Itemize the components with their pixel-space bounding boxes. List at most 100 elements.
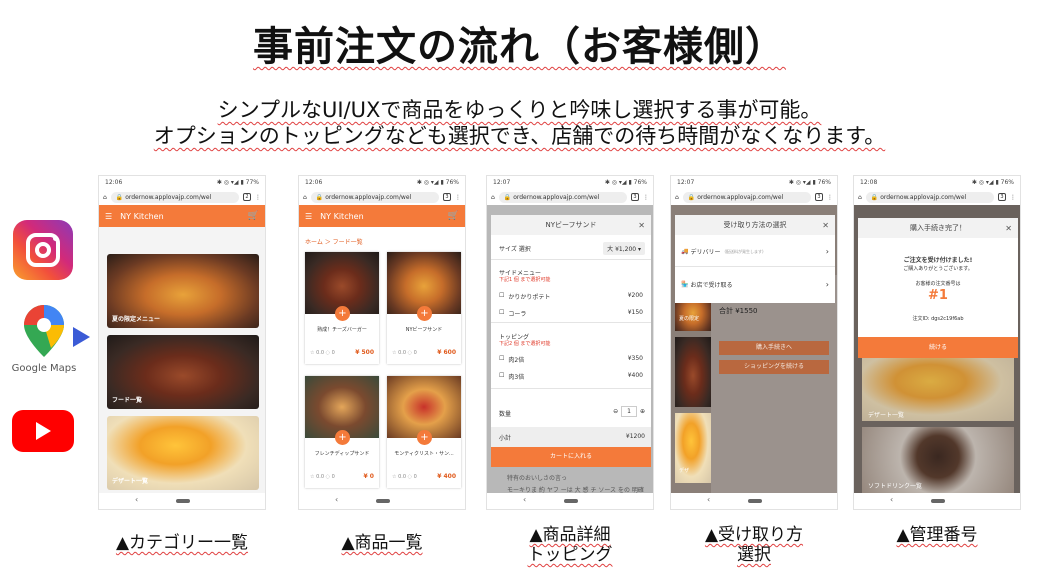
background-label: 夏の限定 [679,316,700,322]
home-pill[interactable] [931,499,945,503]
more-icon[interactable]: ⋮ [643,194,649,201]
product-rating: ☆ 0.0 ◌ 0 [310,474,335,480]
size-label: サイズ 選択 [499,246,531,253]
back-icon[interactable]: ‹ [890,495,893,504]
android-nav-bar: ‹ [854,493,1020,509]
minus-icon[interactable]: ⊖ [613,408,618,415]
tabs-icon[interactable]: 3 [443,193,451,201]
thanks-text: ご購入ありがとうございます。 [903,266,973,272]
url-bar[interactable]: 🔒 ordernow.applovajp.com/wel [110,191,239,203]
topping-option[interactable]: ☐ 肉2倍 ¥350 [499,355,643,364]
tabs-icon[interactable]: 3 [631,193,639,201]
background-label: デザ [679,468,690,474]
close-icon[interactable]: ✕ [822,221,829,230]
tabs-icon[interactable]: 3 [815,193,823,201]
home-pill[interactable] [376,499,390,503]
product-name: 熟成！チーズバーガー [317,327,367,333]
status-battery: ✱ ◎ ▾◢ ▮ 76% [416,179,459,186]
delivery-option[interactable]: 🚚 デリバリー (配送料が発生します) › [675,237,835,267]
close-icon[interactable]: ✕ [638,221,645,230]
status-battery: ✱ ◎ ▾◢ ▮ 76% [971,179,1014,186]
order-number: #1 [928,288,948,303]
arrow-right-icon [73,327,90,347]
add-icon[interactable]: + [335,306,350,321]
breadcrumb[interactable]: ホーム ＞ フード一覧 [305,237,363,246]
continue-button[interactable]: 続ける [858,337,1018,358]
category-card-dessert[interactable]: デザート一覧 [107,416,259,490]
back-icon[interactable]: ‹ [135,495,138,504]
home-icon[interactable]: ⌂ [858,194,862,201]
size-select[interactable]: 大 ¥1,200 ▾ [603,242,645,255]
product-price: ¥ 400 [437,473,456,480]
caption-product-list: ▲商品一覧 [341,533,423,553]
url-bar[interactable]: 🔒 ordernow.applovajp.com/wel [865,191,994,203]
product-price: ¥ 500 [355,349,374,356]
back-icon[interactable]: ‹ [707,495,710,504]
checkbox[interactable]: ☐ [499,309,504,318]
more-icon[interactable]: ⋮ [455,194,461,201]
product-card[interactable]: + NYビーフサンド ☆ 0.0 ◌ 0 ¥ 600 [387,252,461,364]
close-icon[interactable]: ✕ [1005,224,1012,233]
checkbox[interactable]: ☐ [499,372,504,381]
url-bar[interactable]: 🔒 ordernow.applovajp.com/wel [682,191,811,203]
option-name: 肉3倍 [508,374,525,381]
home-pill[interactable] [564,499,578,503]
menu-icon[interactable]: ☰ [305,212,312,221]
menu-icon[interactable]: ☰ [105,212,112,221]
topping-option[interactable]: ☐ 肉3倍 ¥400 [499,372,643,381]
add-icon[interactable]: + [417,430,432,445]
tabs-icon[interactable]: 3 [998,193,1006,201]
home-icon[interactable]: ⌂ [491,194,495,201]
product-card[interactable]: + 熟成！チーズバーガー ☆ 0.0 ◌ 0 ¥ 500 [305,252,379,364]
home-pill[interactable] [748,499,762,503]
subtotal-label: 小計 [499,435,512,442]
product-price: ¥ 0 [363,473,374,480]
status-time: 12:08 [860,179,878,186]
store-name: NY Kitchen [120,211,164,221]
url-bar[interactable]: 🔒 ordernow.applovajp.com/wel [310,191,439,203]
checkbox[interactable]: ☐ [499,355,504,364]
product-card[interactable]: + フレンチディップサンド ☆ 0.0 ◌ 0 ¥ 0 [305,376,379,488]
background-label: デザート一覧 [868,412,905,419]
home-pill[interactable] [176,499,190,503]
status-time: 12:06 [305,179,323,186]
cart-icon[interactable]: 🛒 [448,211,459,221]
category-card-food[interactable]: フード一覧 [107,335,259,409]
delivery-note: (配送料が発生します) [724,248,764,254]
chevron-right-icon: › [825,279,829,289]
home-icon[interactable]: ⌂ [103,194,107,201]
category-card-summer[interactable]: 夏の限定メニュー [107,254,259,328]
phone-order-complete: 12:08 ✱ ◎ ▾◢ ▮ 76% ⌂ 🔒 ordernow.applovajp… [853,175,1021,510]
background-text: 特有のおいしさの言っ [507,475,568,482]
more-icon[interactable]: ⋮ [1010,194,1016,201]
quantity-value[interactable]: 1 [621,406,637,417]
checkbox[interactable]: ☐ [499,292,504,301]
add-icon[interactable]: + [335,430,350,445]
tabs-icon[interactable]: 2 [243,193,251,201]
home-icon[interactable]: ⌂ [675,194,679,201]
add-to-cart-button[interactable]: カートに入れる [491,447,651,467]
cart-icon[interactable]: 🛒 [248,211,259,221]
android-nav-bar: ‹ [487,493,653,509]
phone-product-detail: 12:07 ✱ ◎ ▾◢ ▮ 76% ⌂ 🔒 ordernow.applovajp… [486,175,654,510]
product-name: モンティクリスト・サン... [394,451,454,457]
back-icon[interactable]: ‹ [335,495,338,504]
subtotal-value: ¥1200 [625,433,645,440]
more-icon[interactable]: ⋮ [255,194,261,201]
plus-icon[interactable]: ⊕ [640,408,645,415]
caption-pickup-method: ▲受け取り方 選択 [704,525,804,565]
product-rating: ☆ 0.0 ◌ 0 [310,350,335,356]
side-option[interactable]: ☐ かりかりポテト ¥200 [499,292,643,301]
home-icon[interactable]: ⌂ [303,194,307,201]
option-price: ¥350 [627,355,643,362]
pickup-label: お店で受け取る [690,281,733,289]
more-icon[interactable]: ⋮ [827,194,833,201]
category-label: デザート一覧 [112,478,149,485]
side-option[interactable]: ☐ コーラ ¥150 [499,309,643,318]
back-icon[interactable]: ‹ [523,495,526,504]
add-icon[interactable]: + [417,306,432,321]
product-card[interactable]: + モンティクリスト・サン... ☆ 0.0 ◌ 0 ¥ 400 [387,376,461,488]
quantity-stepper[interactable]: ⊖ 1 ⊕ [613,406,645,417]
url-bar[interactable]: 🔒 ordernow.applovajp.com/wel [498,191,627,203]
pickup-option[interactable]: 🏪 お店で受け取る › [675,269,835,299]
